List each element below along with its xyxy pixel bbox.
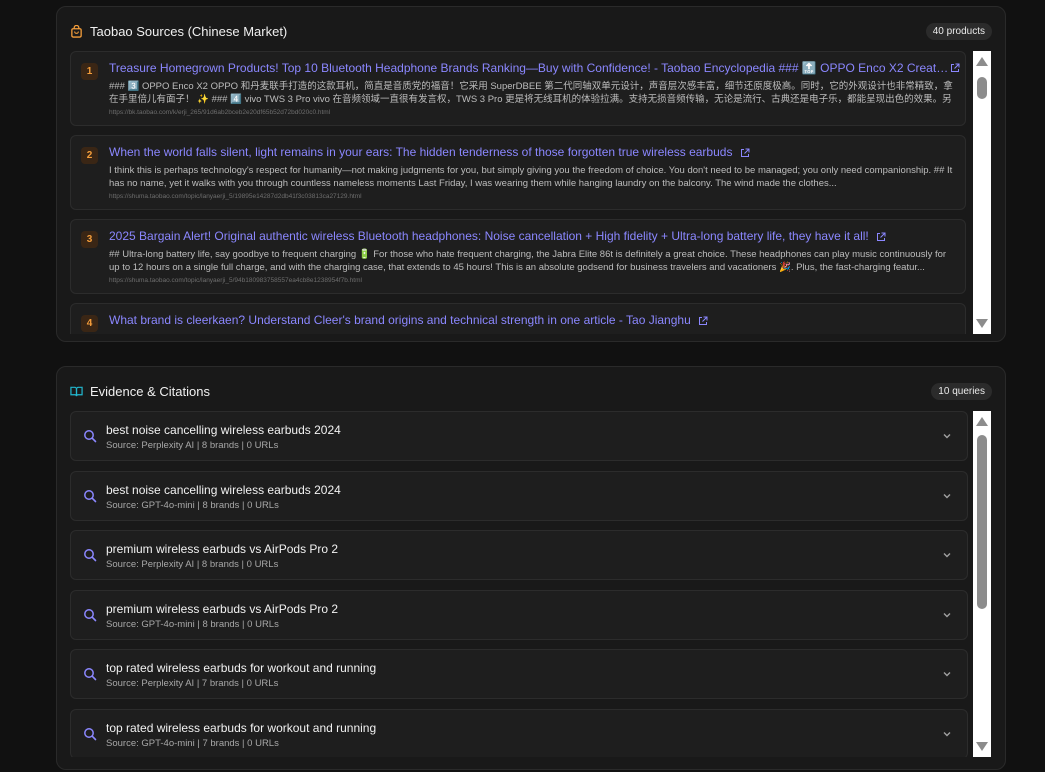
- source-card[interactable]: 4 What brand is cleerkaen? Understand Cl…: [70, 303, 966, 334]
- scroll-up-arrow-icon[interactable]: [976, 417, 988, 426]
- query-meta: Source: GPT-4o-mini | 8 brands | 0 URLs: [106, 619, 279, 630]
- source-title-link[interactable]: Treasure Homegrown Products! Top 10 Blue…: [109, 61, 953, 75]
- source-title-text: When the world falls silent, light remai…: [109, 145, 733, 159]
- scroll-down-arrow-icon[interactable]: [976, 742, 988, 751]
- chevron-down-icon[interactable]: [941, 609, 953, 621]
- query-text: best noise cancelling wireless earbuds 2…: [106, 423, 341, 437]
- query-meta: Source: Perplexity AI | 8 brands | 0 URL…: [106, 559, 279, 570]
- products-count-badge: 40 products: [925, 22, 992, 40]
- evidence-panel-header: Evidence & Citations 10 queries: [70, 381, 992, 401]
- evidence-query-list[interactable]: best noise cancelling wireless earbuds 2…: [70, 411, 970, 757]
- source-title-link[interactable]: 2025 Bargain Alert! Original authentic w…: [109, 229, 886, 243]
- source-title-link[interactable]: When the world falls silent, light remai…: [109, 145, 750, 159]
- scroll-down-arrow-icon[interactable]: [976, 319, 988, 328]
- query-text: best noise cancelling wireless earbuds 2…: [106, 483, 341, 497]
- rank-badge: 4: [81, 315, 98, 332]
- taobao-sources-list[interactable]: 1 Treasure Homegrown Products! Top 10 Bl…: [70, 51, 968, 334]
- source-title-text: Treasure Homegrown Products! Top 10 Blue…: [109, 61, 953, 75]
- chevron-down-icon[interactable]: [941, 490, 953, 502]
- taobao-sources-panel: Taobao Sources (Chinese Market) 40 produ…: [56, 6, 1006, 342]
- query-row[interactable]: top rated wireless earbuds for workout a…: [70, 709, 968, 757]
- external-link-icon[interactable]: [950, 63, 960, 73]
- source-description: ## Ultra-long battery life, say goodbye …: [109, 249, 947, 273]
- search-icon: [84, 609, 97, 622]
- taobao-panel-title: Taobao Sources (Chinese Market): [90, 23, 288, 39]
- rank-badge: 2: [81, 147, 98, 164]
- query-row[interactable]: top rated wireless earbuds for workout a…: [70, 649, 968, 699]
- shopping-bag-icon: [71, 24, 82, 38]
- rank-badge: 3: [81, 231, 98, 248]
- query-row[interactable]: best noise cancelling wireless earbuds 2…: [70, 471, 968, 521]
- search-icon: [84, 490, 97, 503]
- evidence-scrollbar[interactable]: [973, 411, 991, 757]
- source-url: https://bk.taobao.com/k/erji_265/91d6ab2…: [109, 109, 331, 116]
- source-url: https://shuma.taobao.com/topic/lanyaerji…: [109, 193, 362, 200]
- query-meta: Source: GPT-4o-mini | 8 brands | 0 URLs: [106, 500, 279, 511]
- source-url: https://shuma.taobao.com/topic/lanyaerji…: [109, 277, 362, 284]
- taobao-panel-header: Taobao Sources (Chinese Market) 40 produ…: [70, 21, 992, 41]
- query-text: premium wireless earbuds vs AirPods Pro …: [106, 602, 339, 616]
- source-card[interactable]: 1 Treasure Homegrown Products! Top 10 Bl…: [70, 51, 966, 126]
- chevron-down-icon[interactable]: [941, 728, 953, 740]
- query-meta: Source: Perplexity AI | 7 brands | 0 URL…: [106, 678, 279, 689]
- book-open-icon: [70, 386, 83, 396]
- evidence-citations-panel: Evidence & Citations 10 queries best noi…: [56, 366, 1006, 770]
- evidence-panel-title: Evidence & Citations: [90, 383, 210, 399]
- scrollbar-thumb[interactable]: [977, 77, 987, 99]
- query-row[interactable]: premium wireless earbuds vs AirPods Pro …: [70, 530, 968, 580]
- external-link-icon[interactable]: [740, 148, 750, 158]
- scrollbar-thumb[interactable]: [977, 435, 987, 609]
- source-description: I think this is perhaps technology's res…: [109, 165, 953, 189]
- search-icon: [84, 549, 97, 562]
- source-title-text: 2025 Bargain Alert! Original authentic w…: [109, 229, 869, 243]
- chevron-down-icon[interactable]: [941, 430, 953, 442]
- query-text: top rated wireless earbuds for workout a…: [106, 721, 377, 735]
- scroll-up-arrow-icon[interactable]: [976, 57, 988, 66]
- queries-count-badge: 10 queries: [931, 382, 992, 400]
- source-title-link[interactable]: What brand is cleerkaen? Understand Clee…: [109, 313, 708, 327]
- query-meta: Source: GPT-4o-mini | 7 brands | 0 URLs: [106, 738, 279, 749]
- chevron-down-icon[interactable]: [941, 668, 953, 680]
- query-text: top rated wireless earbuds for workout a…: [106, 661, 377, 675]
- search-icon: [84, 430, 97, 443]
- external-link-icon[interactable]: [876, 232, 886, 242]
- query-row[interactable]: premium wireless earbuds vs AirPods Pro …: [70, 590, 968, 640]
- source-description: ### 3️⃣ OPPO Enco X2 OPPO 和丹麦联手打造的这款耳机，简…: [109, 81, 953, 105]
- query-row[interactable]: best noise cancelling wireless earbuds 2…: [70, 411, 968, 461]
- query-meta: Source: Perplexity AI | 8 brands | 0 URL…: [106, 440, 279, 451]
- query-text: premium wireless earbuds vs AirPods Pro …: [106, 542, 339, 556]
- taobao-scrollbar[interactable]: [973, 51, 991, 334]
- source-card[interactable]: 3 2025 Bargain Alert! Original authentic…: [70, 219, 966, 294]
- source-title-text: What brand is cleerkaen? Understand Clee…: [109, 313, 691, 327]
- search-icon: [84, 728, 97, 741]
- source-card[interactable]: 2 When the world falls silent, light rem…: [70, 135, 966, 210]
- chevron-down-icon[interactable]: [941, 549, 953, 561]
- rank-badge: 1: [81, 63, 98, 80]
- search-icon: [84, 668, 97, 681]
- external-link-icon[interactable]: [698, 316, 708, 326]
